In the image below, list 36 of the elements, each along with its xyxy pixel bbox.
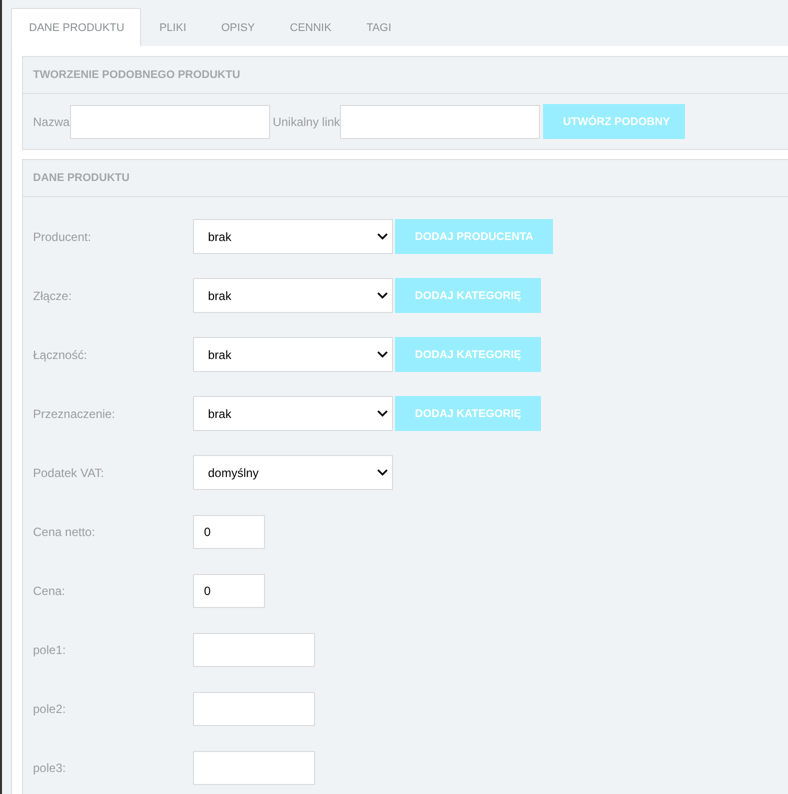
field-label: Podatek VAT:: [33, 466, 105, 480]
input-field[interactable]: [193, 692, 315, 726]
field-label: pole3:: [33, 760, 67, 774]
panel-title: TWORZENIE PODOBNEGO PRODUKTU: [23, 57, 788, 94]
dropdown[interactable]: brak: [193, 219, 393, 254]
chevron-down-icon: [377, 292, 388, 299]
field-label: Przeznaczenie:: [33, 406, 116, 420]
panel-title: DANE PRODUKTU: [23, 160, 788, 197]
chevron-down-icon: [377, 469, 388, 476]
field-label: Złącze:: [33, 288, 73, 302]
tab[interactable]: TAGI: [348, 8, 408, 46]
field-label: Producent:: [33, 230, 92, 244]
field-label: pole2:: [33, 702, 67, 716]
tab[interactable]: DANE PRODUKTU: [11, 8, 142, 46]
dropdown[interactable]: brak: [193, 396, 393, 431]
dropdown[interactable]: brak: [193, 337, 393, 372]
field-label: Cena:: [33, 584, 66, 598]
input-field[interactable]: [193, 632, 315, 666]
input-field[interactable]: [193, 750, 315, 784]
dropdown[interactable]: domyślny: [193, 455, 393, 490]
chevron-down-icon: [377, 233, 388, 240]
tab[interactable]: PLIKI: [141, 8, 204, 46]
field-label: pole1:: [33, 642, 67, 656]
link-field[interactable]: [340, 104, 540, 138]
tab[interactable]: CENNIK: [272, 8, 348, 46]
field-label: Łączność:: [33, 348, 88, 362]
dropdown[interactable]: brak: [193, 278, 393, 313]
tab[interactable]: OPISY: [203, 8, 272, 46]
input-field[interactable]: 0: [193, 514, 265, 548]
field-label: Cena netto:: [33, 524, 96, 538]
chevron-down-icon: [377, 351, 388, 358]
chevron-down-icon: [377, 410, 388, 417]
name-field[interactable]: [70, 104, 270, 138]
name-label: Nazwa: [33, 114, 70, 128]
input-field[interactable]: 0: [193, 574, 265, 608]
link-label: Unikalny link: [272, 114, 340, 128]
